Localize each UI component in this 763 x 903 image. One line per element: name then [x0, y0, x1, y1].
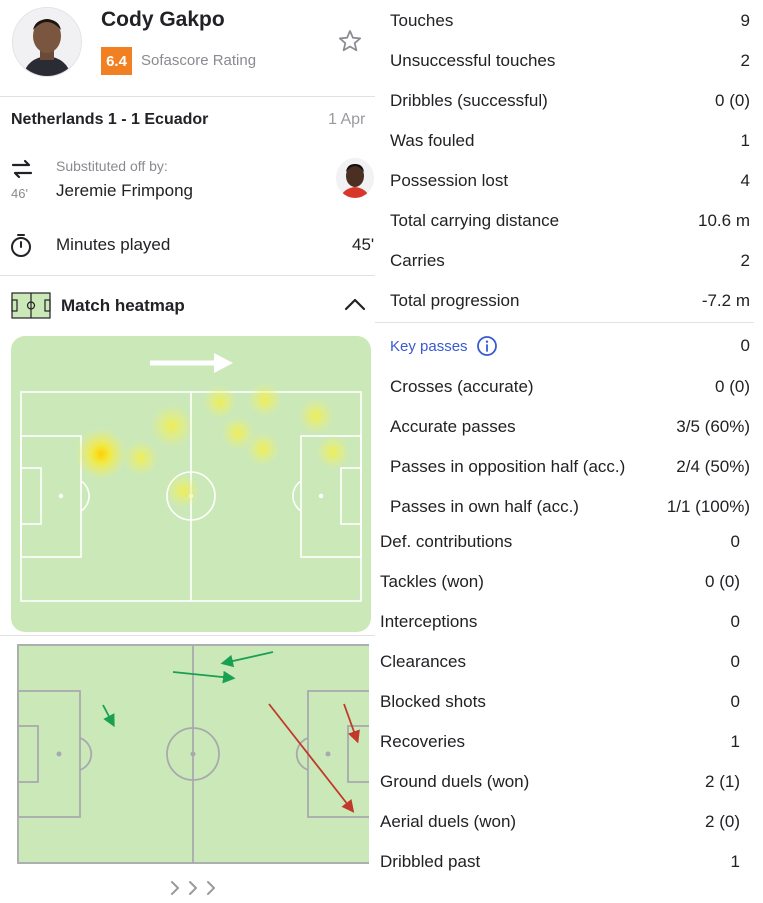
pass-arrow	[102, 704, 115, 728]
stat-value: 0	[730, 532, 740, 551]
divider	[0, 96, 375, 97]
stat-value: 1/1 (100%)	[666, 497, 750, 516]
info-icon[interactable]	[476, 335, 498, 357]
stat-row: Unsuccessful touches 2	[390, 41, 750, 81]
stat-row: Crosses (accurate) 0 (0)	[390, 367, 750, 407]
pitch-icon	[11, 292, 51, 319]
stat-row: Clearances 0	[380, 642, 740, 682]
statistics-panel: Touches 9 Unsuccessful touches 2 Dribbles (s…	[375, 0, 763, 900]
stat-value: 0	[730, 692, 740, 711]
stat-value: 1	[730, 732, 740, 751]
rating-badge: 6.4	[101, 47, 132, 75]
stat-row-key-passes: Key passes 0	[375, 326, 750, 366]
stat-label: Touches	[390, 11, 454, 30]
substitute-avatar[interactable]	[336, 158, 374, 198]
stat-row: Passes in own half (acc.) 1/1 (100%)	[390, 487, 750, 527]
stat-label: Total carrying distance	[390, 211, 560, 230]
pass-arrow	[343, 703, 360, 744]
stat-row: Tackles (won) 0 (0)	[380, 562, 740, 602]
stat-value: 0	[730, 652, 740, 671]
stat-row: Carries 2	[390, 241, 750, 281]
stat-value: -7.2 m	[701, 291, 750, 310]
stopwatch-icon	[9, 232, 33, 258]
stat-value: 1	[730, 852, 740, 871]
rating-label: Sofascore Rating	[141, 52, 257, 69]
match-title[interactable]: Netherlands 1 - 1 Ecuador	[11, 111, 208, 129]
stat-row: Interceptions 0	[380, 602, 740, 642]
stat-label: Accurate passes	[390, 417, 516, 436]
stat-row: Touches 9	[390, 1, 750, 41]
chevron-up-icon[interactable]	[344, 296, 366, 312]
stat-value: 10.6 m	[698, 211, 750, 230]
stat-label: Total progression	[390, 291, 520, 310]
favorite-star-icon[interactable]	[337, 28, 363, 54]
stat-label: Unsuccessful touches	[390, 51, 556, 70]
stat-value: 1	[740, 131, 750, 150]
stat-value: 2/4 (50%)	[676, 457, 750, 476]
stat-value: 0 (0)	[705, 572, 740, 591]
stat-label: Passes in opposition half (acc.)	[390, 457, 626, 476]
stat-label: Recoveries	[380, 732, 466, 751]
stat-value: 2	[740, 51, 750, 70]
key-passes-link[interactable]: Key passes	[390, 335, 498, 357]
stat-row: Dribbles (successful) 0 (0)	[390, 81, 750, 121]
stat-row: Def. contributions 0	[380, 522, 740, 562]
stat-row: Total progression -7.2 m	[390, 281, 750, 321]
divider	[0, 275, 375, 276]
stat-label: Tackles (won)	[380, 572, 484, 591]
stat-label: Clearances	[380, 652, 466, 671]
stat-row: Blocked shots 0	[380, 682, 740, 722]
stat-label: Dribbles (successful)	[390, 91, 548, 110]
stat-value: 0 (0)	[715, 91, 750, 110]
stat-value: 0 (0)	[715, 377, 750, 396]
pass-arrow	[172, 670, 236, 684]
stat-label: Was fouled	[390, 131, 475, 150]
stat-value: 3/5 (60%)	[676, 417, 750, 436]
player-avatar	[12, 7, 82, 77]
stat-label: Dribbled past	[380, 852, 481, 871]
stat-label: Possession lost	[390, 171, 509, 190]
stat-row: Was fouled 1	[390, 121, 750, 161]
stat-row: Recoveries 1	[380, 722, 740, 762]
stat-value: 4	[740, 171, 750, 190]
attack-direction-arrow-icon	[150, 353, 233, 373]
stat-row: Dribbled past 1	[380, 842, 740, 882]
stat-value: 0	[730, 612, 740, 631]
stat-row: Total carrying distance 10.6 m	[390, 201, 750, 241]
match-date: 1 Apr	[328, 111, 366, 128]
stat-value: 2 (1)	[705, 772, 740, 791]
stat-row: Ground duels (won) 2 (1)	[380, 762, 740, 802]
stat-row: Aerial duels (won) 2 (0)	[380, 802, 740, 842]
stat-label: Blocked shots	[380, 692, 486, 711]
chevrons-right-icon[interactable]	[168, 878, 222, 898]
substitution-label: Substituted off by:	[56, 158, 168, 174]
pass-arrow	[220, 651, 274, 668]
stat-row: Passes in opposition half (acc.) 2/4 (50%…	[390, 447, 750, 487]
pass-map-pitch	[17, 644, 369, 864]
player-name: Cody Gakpo	[101, 8, 225, 31]
heatmap-pitch	[11, 336, 371, 632]
stat-label: Ground duels (won)	[380, 772, 530, 791]
minutes-played-label: Minutes played	[56, 235, 171, 254]
stat-label: Crosses (accurate)	[390, 377, 534, 396]
divider	[375, 322, 754, 323]
substitute-player-name[interactable]: Jeremie Frimpong	[56, 181, 193, 201]
stat-row: Accurate passes 3/5 (60%)	[390, 407, 750, 447]
stat-label: Aerial duels (won)	[380, 812, 517, 831]
stat-label: Key passes	[390, 337, 468, 355]
pass-arrow	[268, 703, 355, 813]
stat-label: Passes in own half (acc.)	[390, 497, 579, 516]
stat-label: Def. contributions	[380, 532, 513, 551]
substitution-icon	[9, 156, 35, 182]
stat-row: Possession lost 4	[390, 161, 750, 201]
stat-label: Interceptions	[380, 612, 478, 631]
stat-value: 2 (0)	[705, 812, 740, 831]
substitution-minute: 46'	[11, 186, 28, 201]
stat-label: Carries	[390, 251, 445, 270]
divider	[0, 635, 375, 636]
stat-value: 9	[740, 11, 750, 30]
stat-value: 2	[740, 251, 750, 270]
stat-value: 0	[740, 336, 750, 355]
heatmap-title: Match heatmap	[61, 296, 185, 315]
